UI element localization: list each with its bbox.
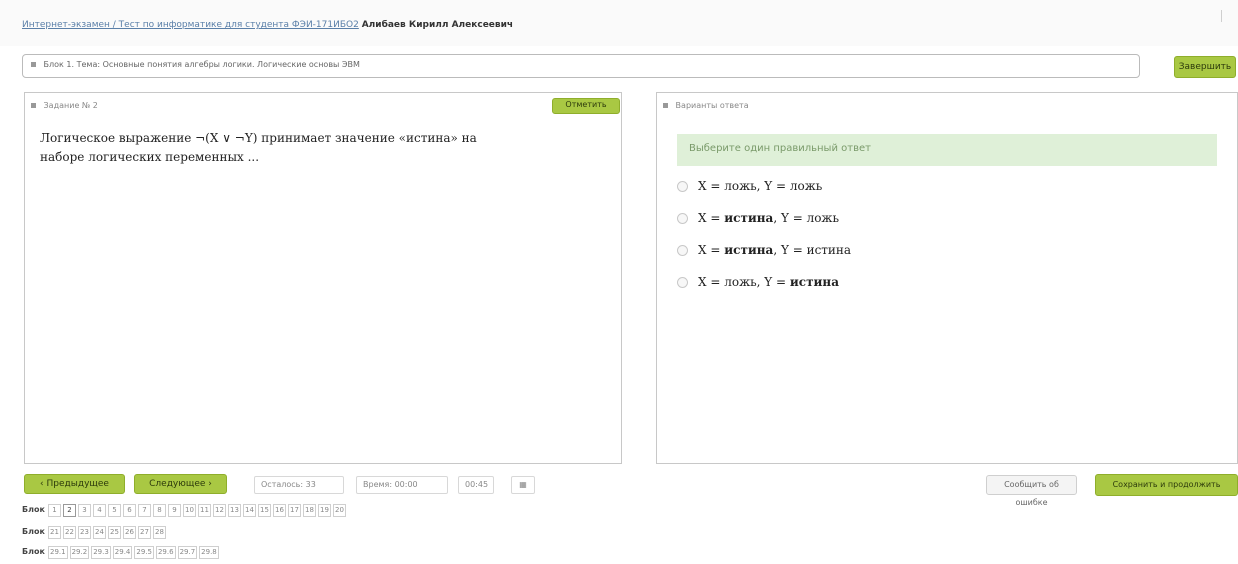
test-title-bar: Блок 1. Тема: Основные понятия алгебры л… — [22, 54, 1140, 78]
option-text: X = ложь, Y = — [698, 179, 790, 193]
answer-header: Варианты ответа — [663, 101, 749, 110]
option-text: X = — [698, 243, 725, 257]
chevron-right-icon: › — [205, 479, 212, 489]
radio-button[interactable] — [677, 245, 688, 256]
question-nav-cell[interactable]: 18 — [303, 504, 316, 517]
radio-button[interactable] — [677, 277, 688, 288]
question-nav-cell[interactable]: 29.4 — [112, 546, 133, 559]
block-row-2: Блок 221 22 23 24 25 26 27 28 — [22, 526, 168, 539]
question-number: Задание № 2 — [43, 101, 98, 110]
mark-question-button[interactable]: Отметить — [552, 98, 620, 114]
block-label: Блок 1 — [22, 505, 54, 514]
remaining-counter: Осталось: 33 — [254, 476, 344, 494]
next-button[interactable]: Следующее › — [134, 474, 227, 494]
option-bold: истина — [789, 275, 839, 289]
finish-button[interactable]: Завершить — [1174, 56, 1236, 78]
question-nav-cell[interactable]: 16 — [273, 504, 286, 517]
question-nav-cell[interactable]: 1 — [48, 504, 61, 517]
question-nav-cell[interactable]: 17 — [288, 504, 301, 517]
user-name[interactable]: Алибаев Кирилл Алексеевич — [362, 20, 513, 30]
answer-option[interactable]: X = ложь, Y = истина — [677, 275, 839, 289]
question-nav-cell[interactable]: 13 — [228, 504, 241, 517]
question-nav-cell[interactable]: 8 — [153, 504, 166, 517]
radio-button[interactable] — [677, 181, 688, 192]
question-nav-cell[interactable]: 28 — [153, 526, 166, 539]
header-line: Интернет-экзамен / Тест по информатике д… — [22, 20, 513, 30]
question-nav-cell[interactable]: 29.8 — [199, 546, 219, 559]
question-text: Логическое выражение ¬(X ∨ ¬Y) принимает… — [40, 131, 477, 164]
option-text-tail: ложь — [789, 179, 823, 193]
question-nav-cell[interactable]: 5 — [108, 504, 121, 517]
option-text: X = ложь, Y = — [698, 275, 790, 289]
option-text-tail: , Y = истина — [773, 243, 852, 257]
question-nav-cell[interactable]: 20 — [333, 504, 346, 517]
time-value: 00:45 — [458, 476, 494, 494]
answer-header-label: Варианты ответа — [675, 101, 749, 110]
question-nav-cell[interactable]: 23 — [78, 526, 91, 539]
question-nav-cell[interactable]: 29.6 — [155, 546, 176, 559]
question-nav-cell[interactable]: 26 — [123, 526, 136, 539]
question-nav-cell[interactable]: 21 — [48, 526, 61, 539]
answer-panel: Варианты ответа Выберите один правильный… — [656, 92, 1238, 464]
block-cells: 29.1 29.2 29.3 29.4 29.5 29.6 29.7 29.8 — [48, 546, 221, 559]
bullet-icon — [663, 103, 668, 108]
divider — [1221, 10, 1222, 22]
save-and-continue-button[interactable]: Сохранить и продолжить — [1095, 474, 1238, 496]
block-label: Блок 2 — [22, 527, 54, 536]
block-row-3: Блок 329.1 29.2 29.3 29.4 29.5 29.6 29.7 29.8 — [22, 546, 221, 559]
question-nav-cell[interactable]: 24 — [93, 526, 106, 539]
block-row-1: Блок 11 2 3 4 5 6 7 8 9 10 11 12 13 14 15 16 17 18 19 20 — [22, 504, 348, 517]
question-nav-cell[interactable]: 3 — [78, 504, 91, 517]
question-nav-cell[interactable]: 4 — [93, 504, 106, 517]
question-nav-cell[interactable]: 14 — [243, 504, 256, 517]
answer-option[interactable]: X = истина, Y = истина — [677, 243, 851, 257]
question-nav-cell[interactable]: 6 — [123, 504, 136, 517]
question-header: Задание № 2 — [31, 101, 98, 110]
question-nav-cell[interactable]: 10 — [183, 504, 196, 517]
block-cells: 1 2 3 4 5 6 7 8 9 10 11 12 13 14 15 16 17 18 19 20 — [48, 504, 348, 517]
question-nav-cell[interactable]: 2 — [63, 504, 76, 517]
question-nav-cell[interactable]: 7 — [138, 504, 151, 517]
answer-option[interactable]: X = истина, Y = ложь — [677, 211, 839, 225]
answer-option[interactable]: X = ложь, Y = ложь — [677, 179, 822, 193]
question-nav-cell[interactable]: 9 — [168, 504, 181, 517]
previous-label: Предыдущее — [46, 479, 109, 489]
question-nav-cell[interactable]: 11 — [198, 504, 211, 517]
question-nav-cell[interactable]: 29.5 — [134, 546, 154, 559]
question-nav-cell[interactable]: 29.1 — [48, 546, 68, 559]
question-panel: Задание № 2 Отметить Логическое выражени… — [24, 92, 622, 464]
option-text-tail: , Y = ложь — [773, 211, 839, 225]
bullet-icon — [31, 103, 36, 108]
time-label: Время: 00:00 — [356, 476, 448, 494]
report-error-button[interactable]: Сообщить об ошибке — [986, 475, 1077, 507]
question-nav-cell[interactable]: 22 — [63, 526, 76, 539]
question-nav-cell[interactable]: 29.2 — [69, 546, 90, 559]
option-bold: истина — [724, 211, 774, 225]
question-nav-cell[interactable]: 27 — [138, 526, 151, 539]
bullet-icon — [31, 62, 36, 67]
question-nav-cell[interactable]: 25 — [108, 526, 121, 539]
question-nav-cell[interactable]: 29.3 — [91, 546, 111, 559]
question-nav-cell[interactable]: 29.7 — [177, 546, 198, 559]
option-bold: истина — [724, 243, 774, 257]
block-label: Блок 3 — [22, 547, 54, 556]
breadcrumb-link[interactable]: Интернет-экзамен / Тест по информатике д… — [22, 20, 359, 30]
question-nav-cell[interactable]: 12 — [213, 504, 226, 517]
option-text: X = — [698, 211, 725, 225]
previous-button[interactable]: ‹ Предыдущее — [24, 474, 125, 494]
question-nav-cell[interactable]: 19 — [318, 504, 331, 517]
radio-button[interactable] — [677, 213, 688, 224]
answer-hint: Выберите один правильный ответ — [677, 134, 1217, 166]
test-title: Блок 1. Тема: Основные понятия алгебры л… — [43, 60, 360, 69]
block-cells: 21 22 23 24 25 26 27 28 — [48, 526, 168, 539]
calculator-icon[interactable]: ▦ — [511, 476, 535, 494]
question-nav-cell[interactable]: 15 — [258, 504, 271, 517]
next-label: Следующее — [149, 479, 206, 489]
